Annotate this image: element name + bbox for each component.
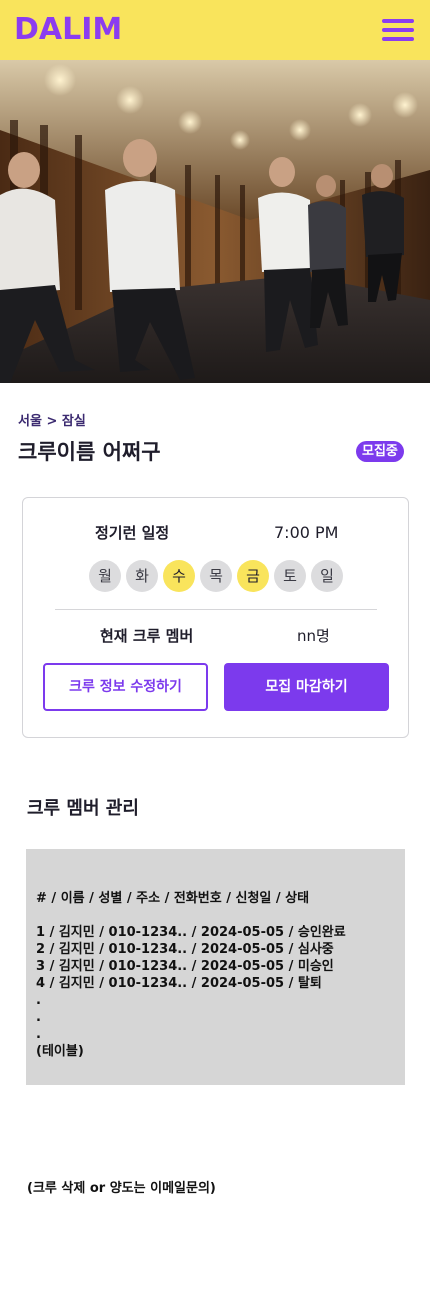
day-wed: 수 bbox=[163, 560, 195, 592]
member-table: # / 이름 / 성별 / 주소 / 전화번호 / 신청일 / 상태 1 / 김… bbox=[26, 849, 405, 1085]
hamburger-menu-icon[interactable] bbox=[380, 16, 416, 44]
top-header: DALIM bbox=[0, 0, 430, 60]
edit-crew-button[interactable]: 크루 정보 수정하기 bbox=[43, 663, 208, 711]
status-badge: 모집중 bbox=[356, 441, 404, 462]
schedule-time: 7:00 PM bbox=[274, 523, 339, 542]
day-mon: 월 bbox=[89, 560, 121, 592]
day-fri: 금 bbox=[237, 560, 269, 592]
table-row[interactable]: 4 / 김지민 / 010-1234.. / 2024-05-05 / 탈퇴 bbox=[36, 975, 322, 992]
ellipsis-row: . bbox=[36, 993, 41, 1008]
ellipsis-row: . bbox=[36, 1027, 41, 1042]
day-sun: 일 bbox=[311, 560, 343, 592]
day-tue: 화 bbox=[126, 560, 158, 592]
breadcrumb[interactable]: 서울 > 잠실 bbox=[18, 413, 86, 431]
member-count-value: nn명 bbox=[297, 627, 330, 645]
table-row[interactable]: 1 / 김지민 / 010-1234.. / 2024-05-05 / 승인완료 bbox=[36, 924, 346, 941]
hero-image bbox=[0, 60, 430, 383]
table-row[interactable]: 3 / 김지민 / 010-1234.. / 2024-05-05 / 미승인 bbox=[36, 958, 334, 975]
logo[interactable]: DALIM bbox=[14, 12, 122, 48]
close-recruit-button[interactable]: 모집 마감하기 bbox=[224, 663, 389, 711]
table-row[interactable]: 2 / 김지민 / 010-1234.. / 2024-05-05 / 심사중 bbox=[36, 941, 334, 958]
day-thu: 목 bbox=[200, 560, 232, 592]
table-header: # / 이름 / 성별 / 주소 / 전화번호 / 신청일 / 상태 bbox=[36, 891, 310, 906]
table-note: (테이블) bbox=[36, 1044, 84, 1059]
ellipsis-row: . bbox=[36, 1010, 41, 1025]
member-count-label: 현재 크루 멤버 bbox=[100, 627, 194, 645]
divider bbox=[55, 609, 377, 610]
member-management-title: 크루 멤버 관리 bbox=[27, 798, 139, 819]
schedule-label: 정기런 일정 bbox=[95, 524, 170, 542]
page-title: 크루이름 어쩌구 bbox=[18, 440, 161, 464]
day-sat: 토 bbox=[274, 560, 306, 592]
footer-note: (크루 삭제 or 양도는 이메일문의) bbox=[27, 1181, 216, 1196]
crew-info-card: 정기런 일정 7:00 PM 월 화 수 목 금 토 일 현재 크루 멤버 nn… bbox=[22, 497, 409, 738]
